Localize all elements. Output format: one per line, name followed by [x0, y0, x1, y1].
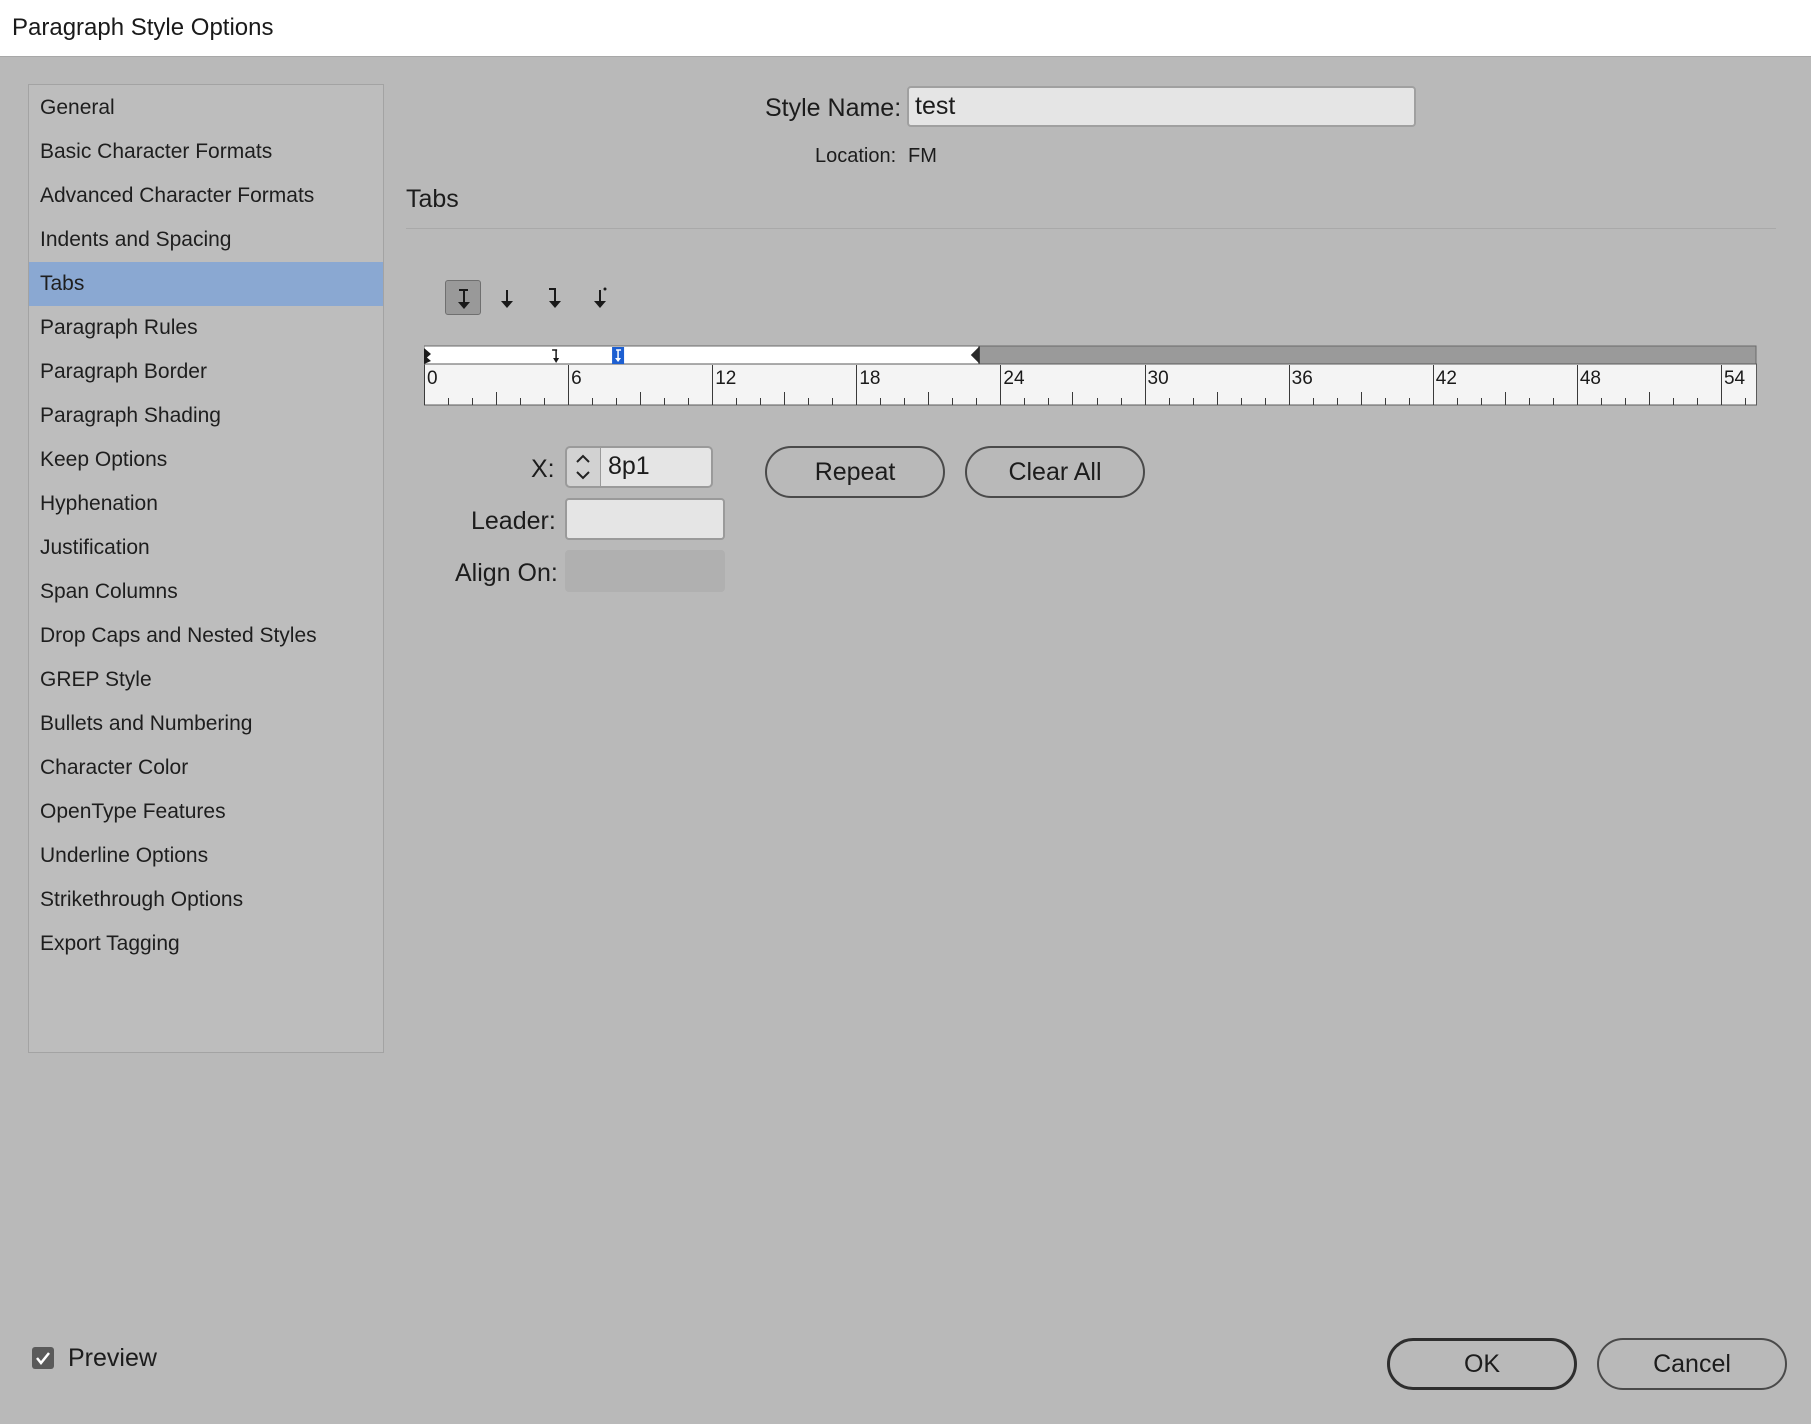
- sidebar-item-general[interactable]: General: [29, 86, 383, 130]
- sidebar-item-indents-and-spacing[interactable]: Indents and Spacing: [29, 218, 383, 262]
- right-justified-tab-button[interactable]: [537, 280, 573, 315]
- window-title: Paragraph Style Options: [12, 14, 274, 41]
- checkmark-icon: [36, 1352, 50, 1366]
- up-down-arrows-icon: [576, 454, 590, 480]
- sidebar-item-bullets-and-numbering[interactable]: Bullets and Numbering: [29, 702, 383, 746]
- sidebar-item-span-columns[interactable]: Span Columns: [29, 570, 383, 614]
- right-justified-tab-icon: [549, 288, 561, 308]
- sidebar-item-opentype-features[interactable]: OpenType Features: [29, 790, 383, 834]
- category-list[interactable]: General Basic Character Formats Advanced C…: [28, 84, 384, 1053]
- preview-label: Preview: [68, 1344, 157, 1372]
- ruler-tick-label: 18: [859, 368, 880, 389]
- ruler-tick-label: 36: [1292, 368, 1313, 389]
- left-justified-tab-icon: [458, 289, 470, 309]
- center-justified-tab-button[interactable]: [490, 280, 526, 315]
- align-on-label: Align On:: [455, 559, 558, 587]
- sidebar-item-hyphenation[interactable]: Hyphenation: [29, 482, 383, 526]
- align-to-decimal-tab-icon: [594, 287, 607, 308]
- center-justified-tab-icon: [501, 290, 513, 308]
- left-justified-tab-button[interactable]: [445, 280, 481, 315]
- clear-all-button[interactable]: Clear All: [965, 446, 1145, 498]
- sidebar-item-paragraph-border[interactable]: Paragraph Border: [29, 350, 383, 394]
- tab-ruler[interactable]: 0 6 12 18 24 30 36 42 48 54: [423, 345, 1757, 406]
- location-value: FM: [908, 145, 937, 167]
- ruler-body: [424, 363, 1757, 406]
- section-title: Tabs: [406, 185, 459, 213]
- ruler-tick-label: 30: [1148, 368, 1169, 389]
- x-position-stepper[interactable]: [565, 446, 601, 488]
- title-bar: Paragraph Style Options: [0, 0, 1811, 57]
- x-position-label: X:: [531, 455, 555, 483]
- ruler-tick-label: 6: [571, 368, 582, 389]
- sidebar-item-export-tagging[interactable]: Export Tagging: [29, 922, 383, 966]
- x-position-input[interactable]: 8p1: [601, 446, 713, 488]
- sidebar-item-grep-style[interactable]: GREP Style: [29, 658, 383, 702]
- sidebar-item-underline-options[interactable]: Underline Options: [29, 834, 383, 878]
- ruler-tick-label: 24: [1003, 368, 1025, 389]
- ruler-tick-label: 42: [1436, 368, 1457, 389]
- align-to-decimal-tab-button[interactable]: [582, 280, 618, 315]
- leader-label: Leader:: [471, 507, 556, 535]
- style-name-input[interactable]: test: [907, 86, 1416, 127]
- style-name-label: Style Name:: [765, 94, 902, 122]
- sidebar-item-drop-caps-and-nested-styles[interactable]: Drop Caps and Nested Styles: [29, 614, 383, 658]
- sidebar-item-strikethrough-options[interactable]: Strikethrough Options: [29, 878, 383, 922]
- ruler-tick-label: 12: [715, 368, 736, 389]
- ok-button[interactable]: OK: [1387, 1338, 1577, 1390]
- sidebar-item-paragraph-shading[interactable]: Paragraph Shading: [29, 394, 383, 438]
- section-divider: [406, 228, 1776, 229]
- ruler-tick-label: 0: [427, 368, 438, 389]
- sidebar-item-keep-options[interactable]: Keep Options: [29, 438, 383, 482]
- leader-input[interactable]: [565, 498, 725, 540]
- cancel-button[interactable]: Cancel: [1597, 1338, 1787, 1390]
- sidebar-item-justification[interactable]: Justification: [29, 526, 383, 570]
- repeat-button[interactable]: Repeat: [765, 446, 945, 498]
- location-label: Location:: [815, 145, 897, 167]
- align-on-input: [565, 550, 725, 592]
- sidebar-item-advanced-character-formats[interactable]: Advanced Character Formats: [29, 174, 383, 218]
- ruler-tick-label: 48: [1580, 368, 1601, 389]
- sidebar-item-tabs[interactable]: Tabs: [29, 262, 383, 306]
- preview-checkbox[interactable]: [32, 1347, 54, 1369]
- tab-strip: [423, 345, 980, 365]
- tab-strip-outside: [978, 345, 1757, 365]
- ruler-graphic[interactable]: 0 6 12 18 24 30 36 42 48 54: [423, 345, 1757, 406]
- ruler-tick-label: 54: [1724, 368, 1746, 389]
- sidebar-item-basic-character-formats[interactable]: Basic Character Formats: [29, 130, 383, 174]
- sidebar-item-paragraph-rules[interactable]: Paragraph Rules: [29, 306, 383, 350]
- sidebar-item-character-color[interactable]: Character Color: [29, 746, 383, 790]
